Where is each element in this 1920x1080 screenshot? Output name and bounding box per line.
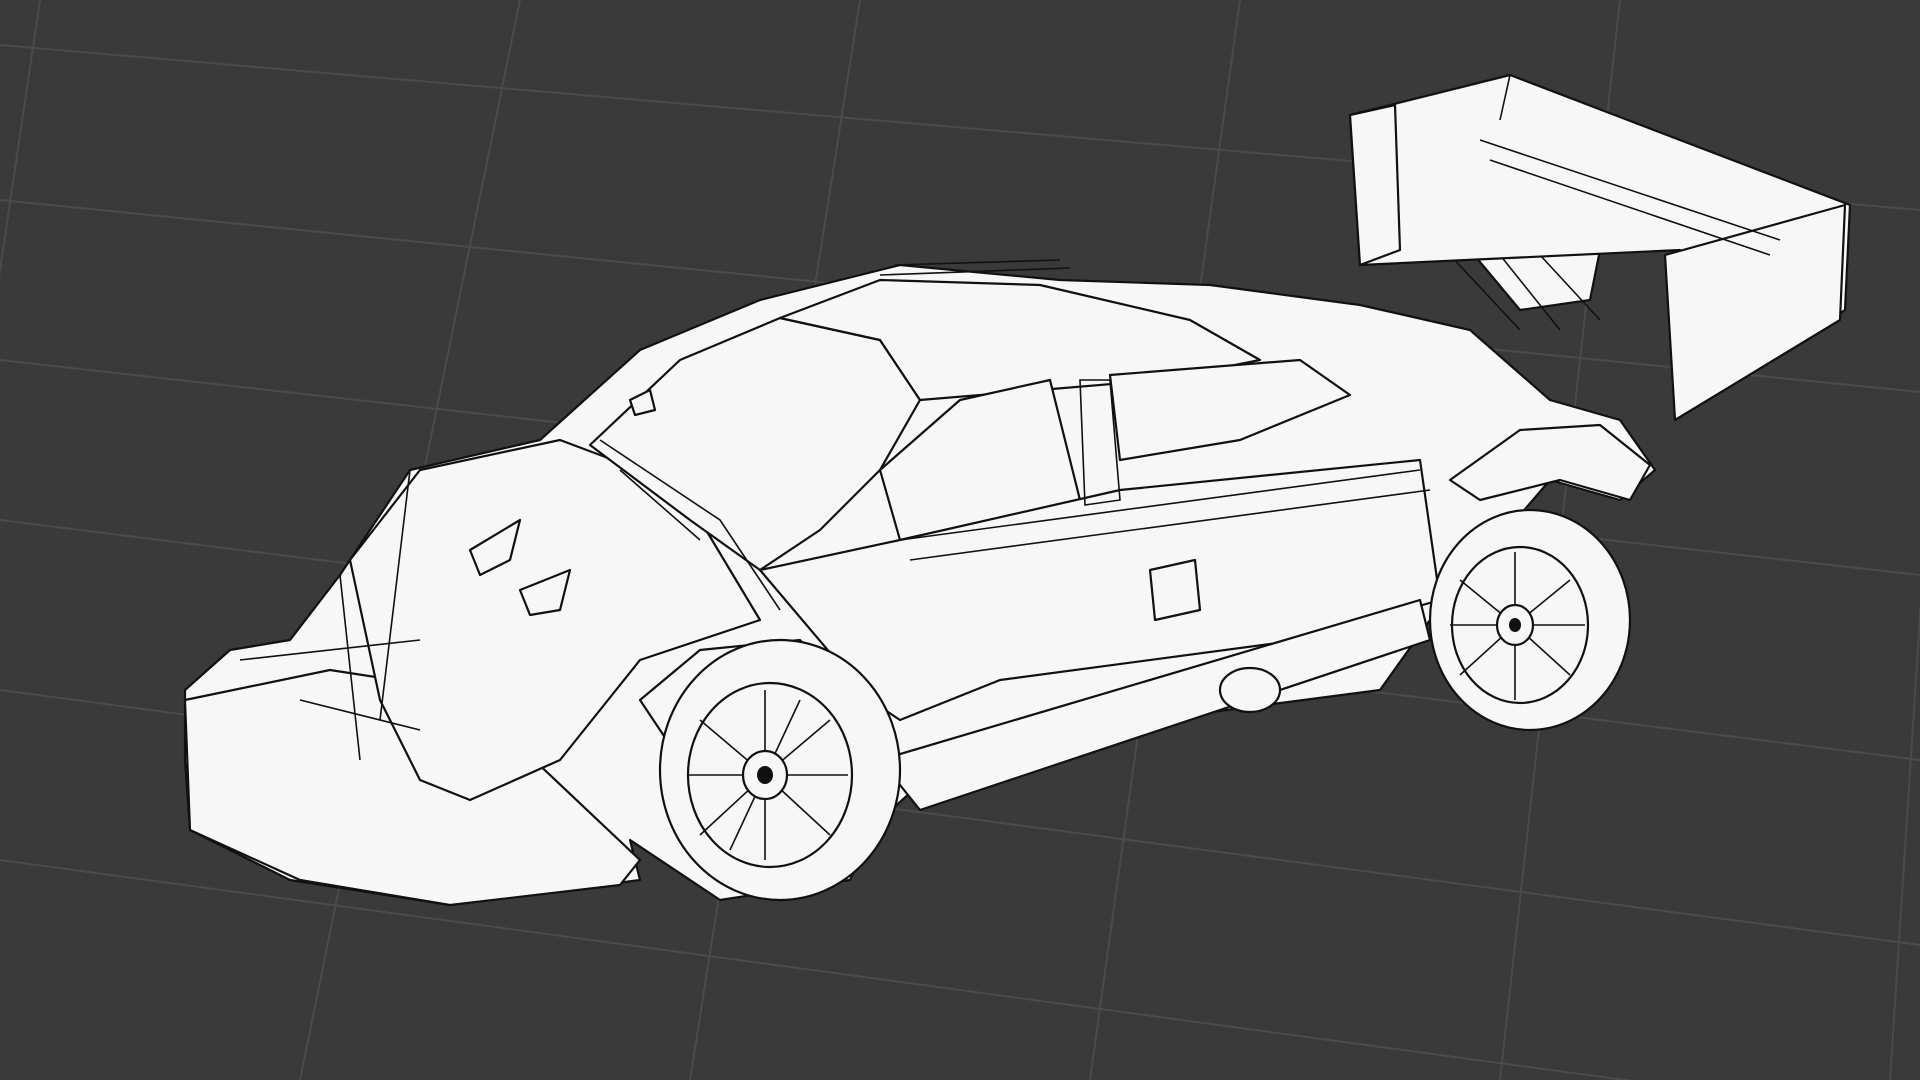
front-wheel [658,638,902,902]
3d-viewport[interactable] [0,0,1920,1080]
rear-wheel [1428,508,1632,732]
viewport-canvas[interactable] [0,0,1920,1080]
